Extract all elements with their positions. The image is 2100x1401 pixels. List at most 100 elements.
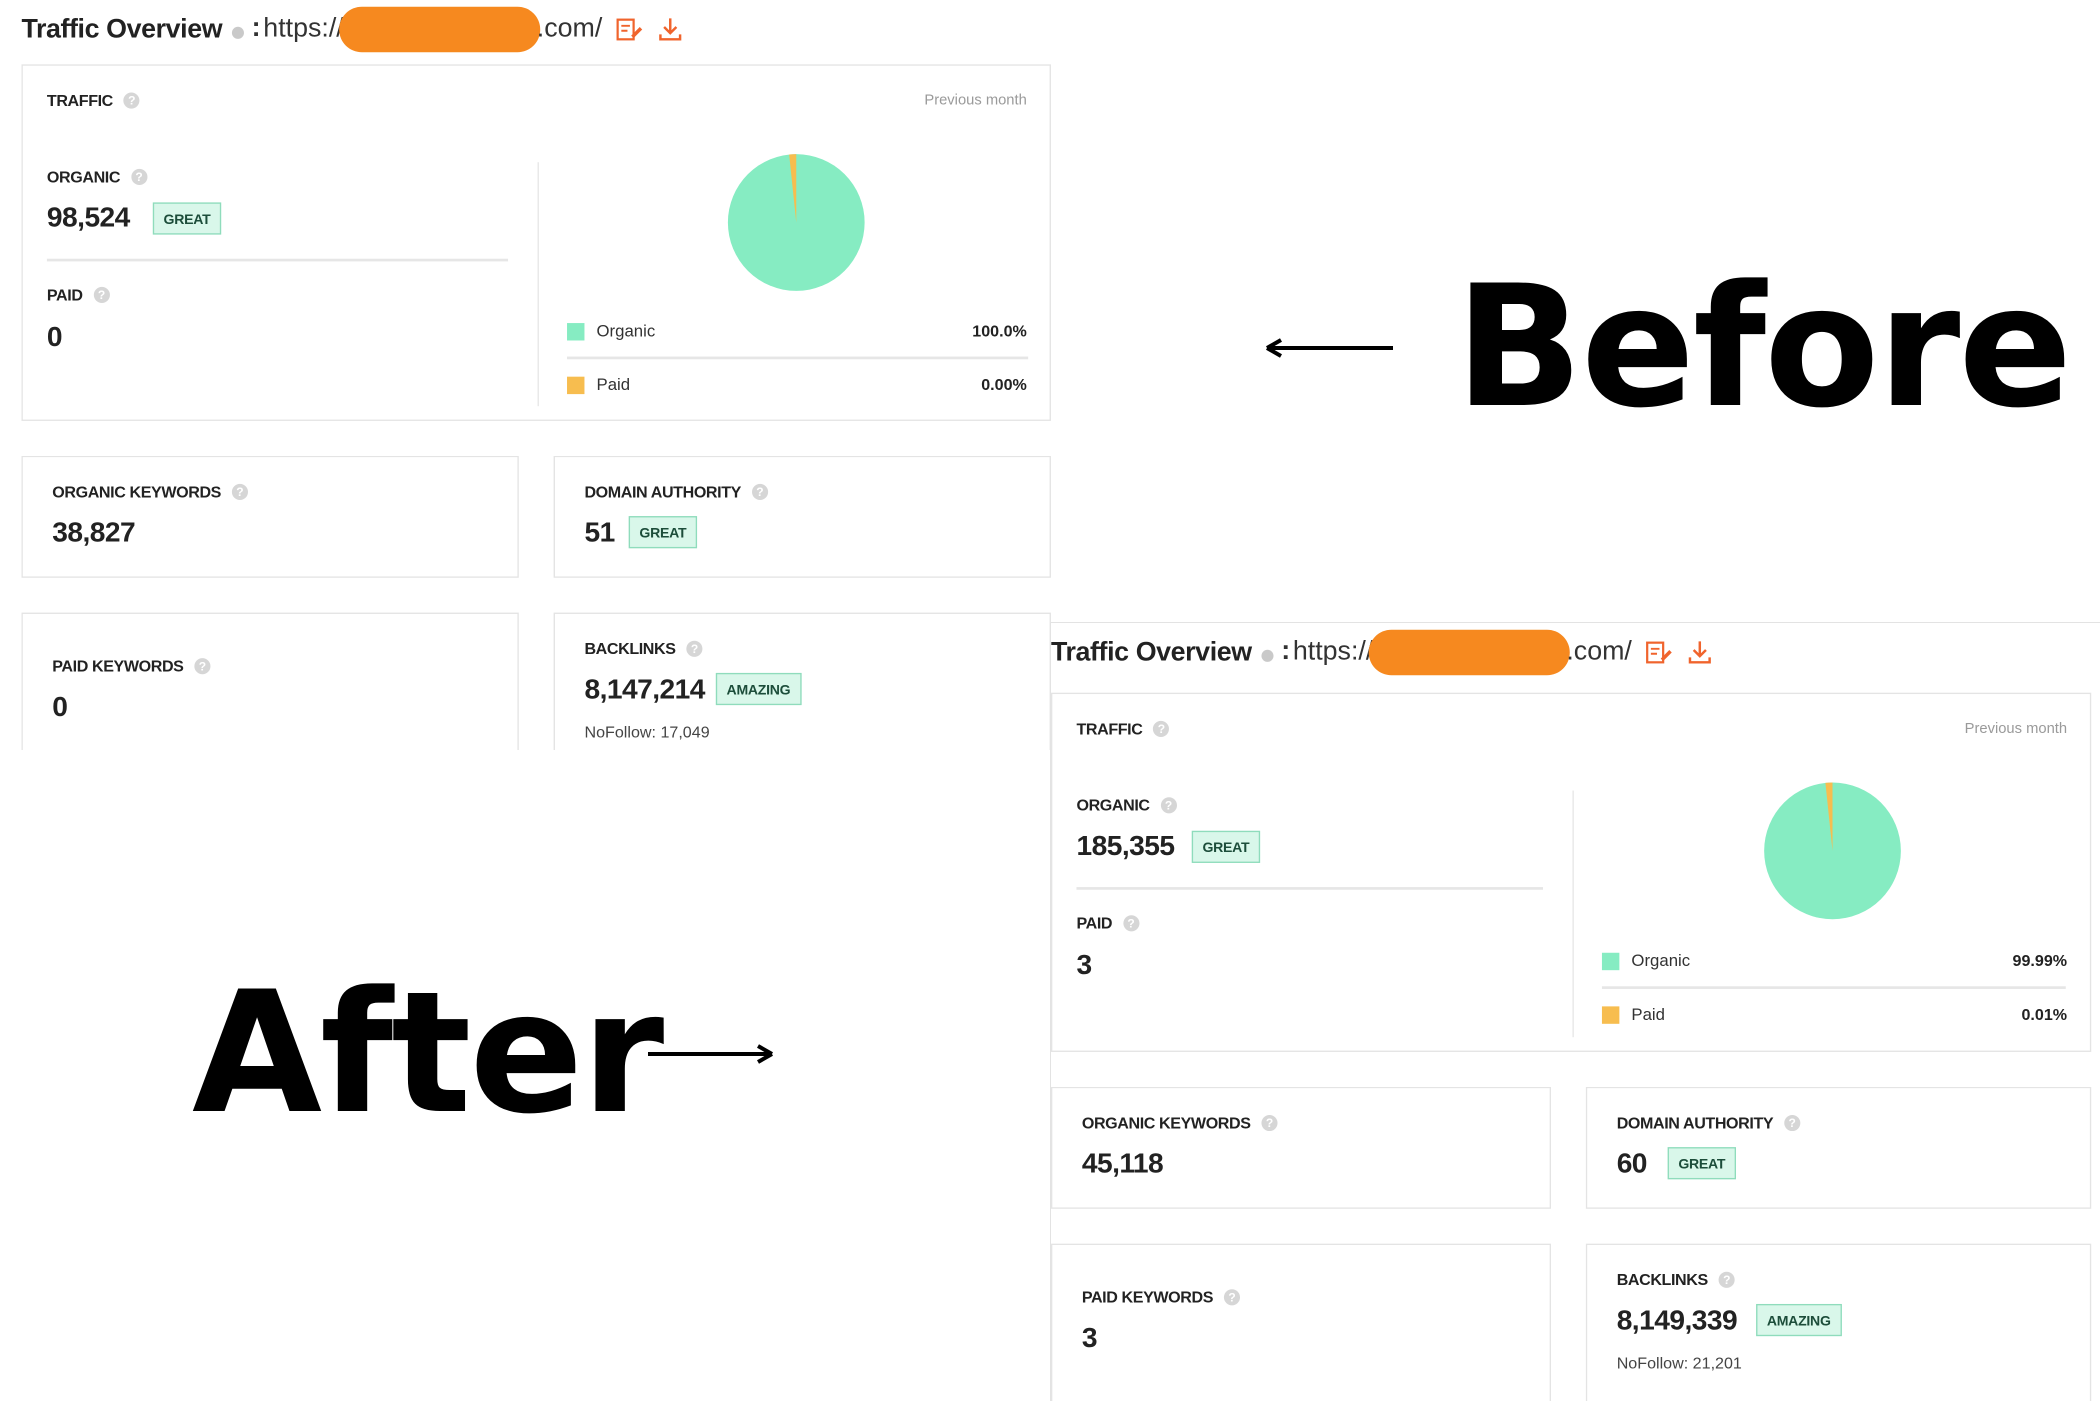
organic-keywords-value: 38,827	[52, 517, 136, 549]
domain-authority-badge: GREAT	[1667, 1147, 1736, 1180]
organic-value: 185,355	[1076, 830, 1175, 862]
legend-divider	[1601, 986, 2066, 989]
traffic-card: TRAFFIC? Previous month ORGANIC? 185,355…	[1051, 692, 2092, 1052]
before-annotation: Before	[1455, 249, 2072, 445]
help-icon[interactable]: ?	[194, 658, 211, 675]
redacted-domain	[339, 6, 541, 53]
organic-keywords-card: ORGANIC KEYWORDS? 38,827	[21, 455, 519, 578]
legend-paid: Paid	[596, 375, 631, 395]
download-icon[interactable]	[656, 15, 685, 44]
paid-keywords-label: PAID KEYWORDS?	[1082, 1288, 1240, 1307]
backlinks-label: BACKLINKS?	[1617, 1270, 1735, 1289]
period-label: Previous month	[924, 92, 1027, 109]
legend-paid-pct: 0.00%	[981, 375, 1027, 395]
organic-keywords-label: ORGANIC KEYWORDS?	[52, 483, 248, 501]
divider	[1076, 887, 1543, 890]
organic-keywords-card: ORGANIC KEYWORDS? 45,118	[1051, 1086, 1552, 1209]
domain-url: : https://.com/	[1281, 629, 1632, 676]
left-arrow-icon	[1266, 338, 1393, 358]
help-icon[interactable]: ?	[1783, 1114, 1801, 1132]
after-panel: Traffic Overview : https://.com/ TRAFFIC?…	[1050, 622, 2100, 1401]
legend-swatch-organic	[1601, 952, 1620, 971]
help-icon[interactable]: ?	[231, 483, 248, 501]
paid-value: 3	[1076, 950, 1092, 981]
legend-paid-pct: 0.01%	[2021, 1005, 2068, 1024]
domain-authority-label: DOMAIN AUTHORITY?	[1617, 1114, 1801, 1132]
help-icon[interactable]: ?	[130, 168, 147, 185]
help-icon[interactable]: ?	[1261, 1114, 1278, 1132]
help-icon[interactable]: ?	[751, 483, 768, 501]
legend-paid: Paid	[1631, 1005, 1665, 1024]
column-divider	[537, 162, 539, 407]
paid-label: PAID?	[47, 286, 110, 304]
help-icon[interactable]: ?	[1223, 1289, 1240, 1306]
help-icon[interactable]: ?	[123, 92, 140, 109]
traffic-pie-chart	[727, 154, 865, 291]
traffic-overview-header: Traffic Overview : https://.com/	[1051, 629, 1715, 676]
paid-keywords-card: PAID KEYWORDS? 0	[21, 612, 519, 750]
info-dot-icon	[231, 26, 244, 39]
page-title: Traffic Overview	[1051, 637, 1252, 667]
domain-authority-card: DOMAIN AUTHORITY? 51 GREAT	[553, 455, 1051, 578]
backlinks-card: BACKLINKS? 8,149,339 AMAZING NoFollow: 2…	[1585, 1243, 2092, 1401]
paid-label: PAID?	[1076, 914, 1139, 933]
backlinks-value: 8,149,339	[1616, 1305, 1738, 1337]
help-icon[interactable]: ?	[1160, 797, 1177, 814]
period-label: Previous month	[1964, 720, 2068, 737]
paid-value: 0	[46, 321, 63, 353]
paid-keywords-card: PAID KEYWORDS? 3	[1051, 1243, 1552, 1401]
domain-authority-value: 51	[584, 517, 615, 549]
traffic-overview-header: Traffic Overview : https://.com/	[21, 6, 685, 53]
legend-swatch-organic	[567, 323, 585, 341]
help-icon[interactable]: ?	[1153, 720, 1170, 737]
legend-organic: Organic	[1631, 951, 1691, 971]
legend-swatch-paid	[567, 376, 585, 395]
traffic-label: TRAFFIC?	[47, 91, 140, 110]
help-icon[interactable]: ?	[1718, 1271, 1735, 1288]
legend-organic-pct: 100.0%	[972, 321, 1027, 341]
after-annotation: After	[192, 955, 664, 1151]
paid-keywords-label: PAID KEYWORDS?	[52, 657, 211, 676]
traffic-pie-chart	[1764, 782, 1901, 920]
organic-label: ORGANIC?	[47, 168, 147, 186]
legend-organic: Organic	[596, 321, 656, 341]
domain-url: : https://.com/	[252, 6, 602, 53]
info-dot-icon	[1261, 649, 1274, 662]
backlinks-badge: AMAZING	[715, 672, 802, 706]
domain-authority-badge: GREAT	[628, 516, 698, 549]
domain-authority-value: 60	[1616, 1148, 1648, 1180]
organic-value: 98,524	[46, 202, 130, 234]
domain-authority-label: DOMAIN AUTHORITY?	[584, 483, 768, 501]
backlinks-card: BACKLINKS? 8,147,214 AMAZING NoFollow: 1…	[553, 612, 1051, 750]
traffic-label: TRAFFIC?	[1076, 720, 1170, 738]
page-title: Traffic Overview	[21, 14, 223, 44]
help-icon[interactable]: ?	[686, 640, 703, 657]
legend-divider	[567, 356, 1029, 360]
paid-keywords-value: 0	[52, 691, 68, 723]
divider	[46, 258, 509, 262]
download-icon[interactable]	[1686, 638, 1715, 667]
nofollow-count: NoFollow: 17,049	[584, 722, 710, 742]
edit-report-icon[interactable]	[614, 15, 643, 44]
traffic-card: TRAFFIC? Previous month ORGANIC? 98,524 …	[21, 64, 1051, 421]
backlinks-value: 8,147,214	[584, 674, 705, 706]
help-icon[interactable]: ?	[1122, 915, 1139, 932]
backlinks-badge: AMAZING	[1756, 1303, 1842, 1337]
organic-keywords-label: ORGANIC KEYWORDS?	[1082, 1114, 1278, 1132]
organic-label: ORGANIC?	[1076, 796, 1177, 815]
legend-swatch-paid	[1601, 1006, 1620, 1024]
nofollow-count: NoFollow: 21,201	[1616, 1353, 1742, 1373]
domain-authority-card: DOMAIN AUTHORITY? 60 GREAT	[1585, 1086, 2092, 1209]
backlinks-label: BACKLINKS?	[584, 639, 703, 658]
paid-keywords-value: 3	[1081, 1322, 1098, 1354]
help-icon[interactable]: ?	[93, 286, 110, 303]
organic-badge: GREAT	[152, 202, 222, 235]
legend-organic-pct: 99.99%	[2012, 951, 2068, 971]
organic-keywords-value: 45,118	[1081, 1148, 1164, 1180]
edit-report-icon[interactable]	[1644, 638, 1673, 667]
right-arrow-icon	[648, 1044, 773, 1064]
column-divider	[1572, 790, 1574, 1038]
before-panel: Traffic Overview : https://.com/ TRAFFIC?…	[0, 0, 1055, 750]
organic-badge: GREAT	[1191, 830, 1261, 863]
redacted-domain	[1369, 629, 1571, 676]
